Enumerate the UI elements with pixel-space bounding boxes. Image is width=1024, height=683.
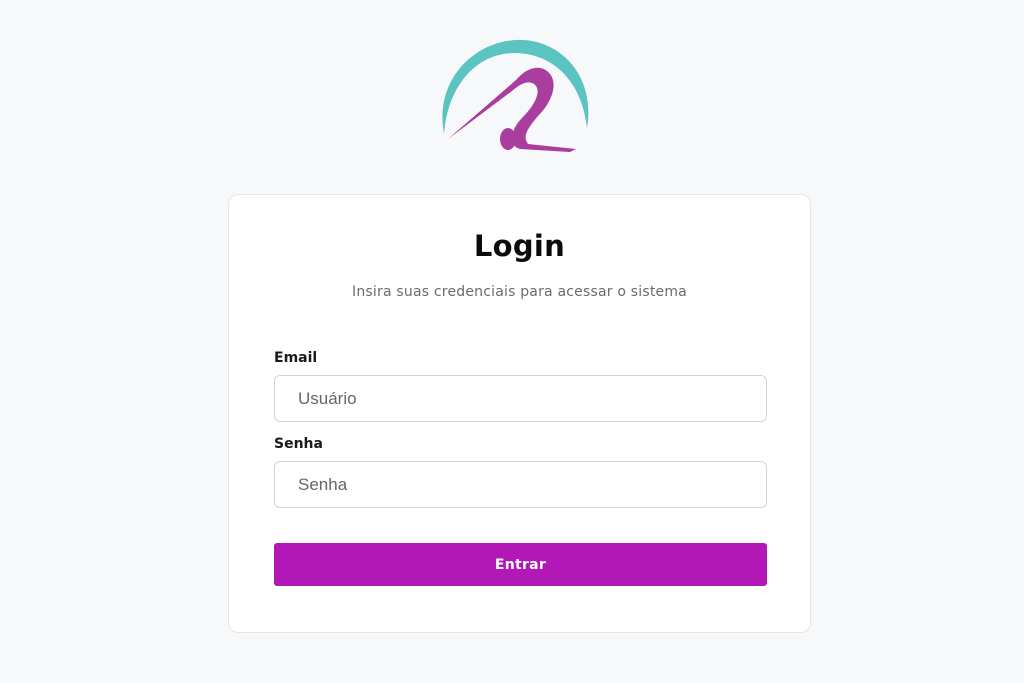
login-submit-button[interactable]: Entrar <box>274 543 767 586</box>
login-page: Login Insira suas credenciais para acess… <box>0 0 1024 683</box>
login-card: Login Insira suas credenciais para acess… <box>228 194 811 633</box>
brand-logo-icon <box>442 39 589 152</box>
password-label: Senha <box>274 436 323 452</box>
password-input[interactable] <box>274 461 767 508</box>
email-label: Email <box>274 350 318 366</box>
login-title: Login <box>473 229 566 263</box>
email-input[interactable] <box>274 375 767 422</box>
logo-figure-head <box>500 128 516 150</box>
login-subtitle: Insira suas credenciais para acessar o s… <box>352 284 687 300</box>
